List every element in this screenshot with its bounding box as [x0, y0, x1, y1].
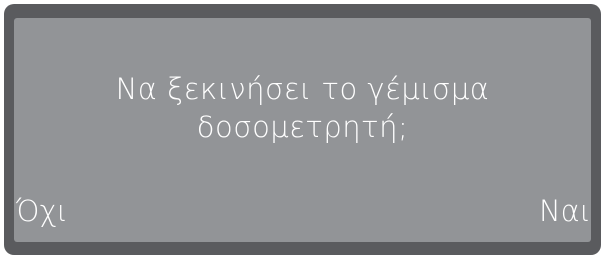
yes-softkey[interactable]: Ναι — [539, 194, 591, 228]
display-screen: Να ξεκινήσει το γέμισμα δοσομετρητή; Όχι… — [14, 18, 591, 242]
message-line-2: δοσομετρητή; — [196, 110, 409, 144]
confirmation-message: Να ξεκινήσει το γέμισμα δοσομετρητή; — [14, 70, 591, 146]
no-softkey[interactable]: Όχι — [16, 194, 68, 228]
message-line-1: Να ξεκινήσει το γέμισμα — [115, 72, 490, 106]
display-bezel: Να ξεκινήσει το γέμισμα δοσομετρητή; Όχι… — [4, 4, 601, 255]
